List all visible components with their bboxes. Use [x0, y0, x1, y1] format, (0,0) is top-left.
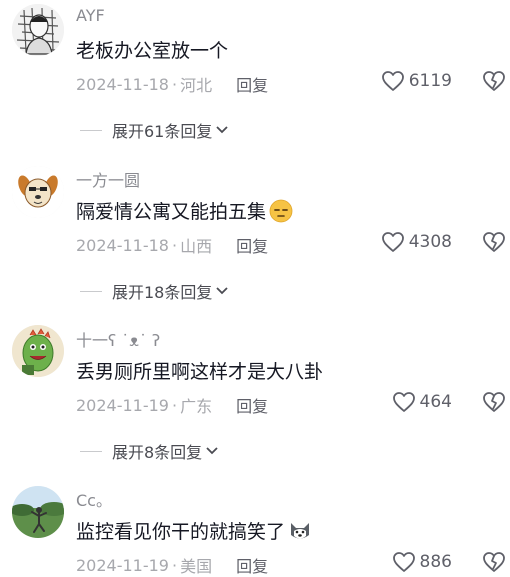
reply-button[interactable]: 回复: [236, 553, 268, 577]
divider-line: [80, 450, 102, 452]
comment-text: 监控看见你干的就搞笑了: [76, 517, 312, 544]
like-count: 6119: [408, 71, 452, 91]
avatar[interactable]: [12, 486, 64, 538]
divider-line: [80, 129, 102, 131]
comment-location: 山西: [180, 237, 213, 256]
heart-icon: [392, 552, 415, 572]
expand-replies-button[interactable]: 展开18条回复: [80, 279, 229, 303]
like-count: 886: [419, 552, 452, 572]
like-button[interactable]: 4308: [381, 231, 452, 253]
broken-heart-icon: [483, 552, 505, 572]
broken-heart-icon: [483, 232, 505, 252]
expand-replies-label: 展开61条回复: [112, 122, 213, 141]
avatar[interactable]: [12, 325, 64, 377]
comment-date: 2024-11-19: [76, 555, 169, 575]
cartoon-dog-avatar-image: [12, 166, 64, 218]
username[interactable]: Cc。: [76, 487, 112, 511]
comment-date: 2024-11-19: [76, 395, 169, 415]
comment-location: 广东: [180, 397, 213, 416]
chevron-down-icon: [216, 126, 229, 134]
expand-replies-label: 展开8条回复: [112, 443, 203, 462]
comment-text: 隔爱情公寓又能拍五集: [76, 197, 293, 224]
husky-face-emoji-icon: [288, 519, 312, 543]
username[interactable]: 一方一圆: [76, 167, 140, 191]
heart-icon: [392, 392, 415, 412]
like-button[interactable]: 464: [392, 391, 452, 413]
comment-date: 2024-11-18: [76, 74, 169, 94]
comment-text-body: 老板办公室放一个: [76, 40, 229, 62]
outdoor-photo-avatar-image: [12, 486, 64, 538]
like-count: 4308: [408, 232, 452, 252]
meta-separator: ·: [171, 555, 178, 575]
avatar[interactable]: [12, 4, 64, 56]
heart-icon: [381, 71, 404, 91]
green-dinosaur-avatar-image: [12, 325, 64, 377]
like-button[interactable]: 6119: [381, 70, 452, 92]
broken-heart-icon: [483, 392, 505, 412]
heart-icon: [381, 232, 404, 252]
chevron-down-icon: [206, 447, 218, 455]
expand-replies-button[interactable]: 展开8条回复: [80, 439, 219, 463]
comment-text-body: 隔爱情公寓又能拍五集: [76, 201, 267, 223]
sketch-portrait-avatar-image: [12, 4, 64, 56]
comment-text-body: 监控看见你干的就搞笑了: [76, 521, 286, 543]
dislike-button[interactable]: [482, 231, 506, 253]
dislike-button[interactable]: [482, 70, 506, 92]
username[interactable]: AYF: [76, 6, 105, 25]
like-count: 464: [419, 392, 452, 412]
comment-text: 老板办公室放一个: [76, 36, 228, 63]
like-button[interactable]: 886: [392, 551, 452, 573]
comment-text-body: 丢男厕所里啊这样才是大八卦: [76, 361, 324, 383]
comment-text: 丢男厕所里啊这样才是大八卦: [76, 357, 323, 384]
comment-meta: 2024-11-19 · 美国 回复: [76, 553, 268, 577]
unamused-face-emoji-icon: [269, 199, 293, 223]
avatar[interactable]: [12, 166, 64, 218]
comment-date: 2024-11-18: [76, 235, 169, 255]
reply-button[interactable]: 回复: [236, 72, 268, 96]
dislike-button[interactable]: [482, 551, 506, 573]
expand-replies-label: 展开18条回复: [112, 283, 213, 302]
username[interactable]: 十一ʕ ˙ᴥ˙ ʔ: [76, 327, 160, 351]
meta-separator: ·: [171, 395, 178, 415]
comment-location: 美国: [180, 557, 213, 576]
meta-separator: ·: [171, 235, 178, 255]
expand-replies-button[interactable]: 展开61条回复: [80, 118, 229, 142]
comment-meta: 2024-11-19 · 广东 回复: [76, 393, 268, 417]
meta-separator: ·: [171, 74, 178, 94]
chevron-down-icon: [216, 287, 229, 295]
comment-location: 河北: [180, 76, 213, 95]
dislike-button[interactable]: [482, 391, 506, 413]
reply-button[interactable]: 回复: [236, 393, 268, 417]
divider-line: [80, 290, 102, 292]
broken-heart-icon: [483, 71, 505, 91]
comment-meta: 2024-11-18 · 河北 回复: [76, 72, 268, 96]
reply-button[interactable]: 回复: [236, 233, 268, 257]
comment-meta: 2024-11-18 · 山西 回复: [76, 233, 268, 257]
